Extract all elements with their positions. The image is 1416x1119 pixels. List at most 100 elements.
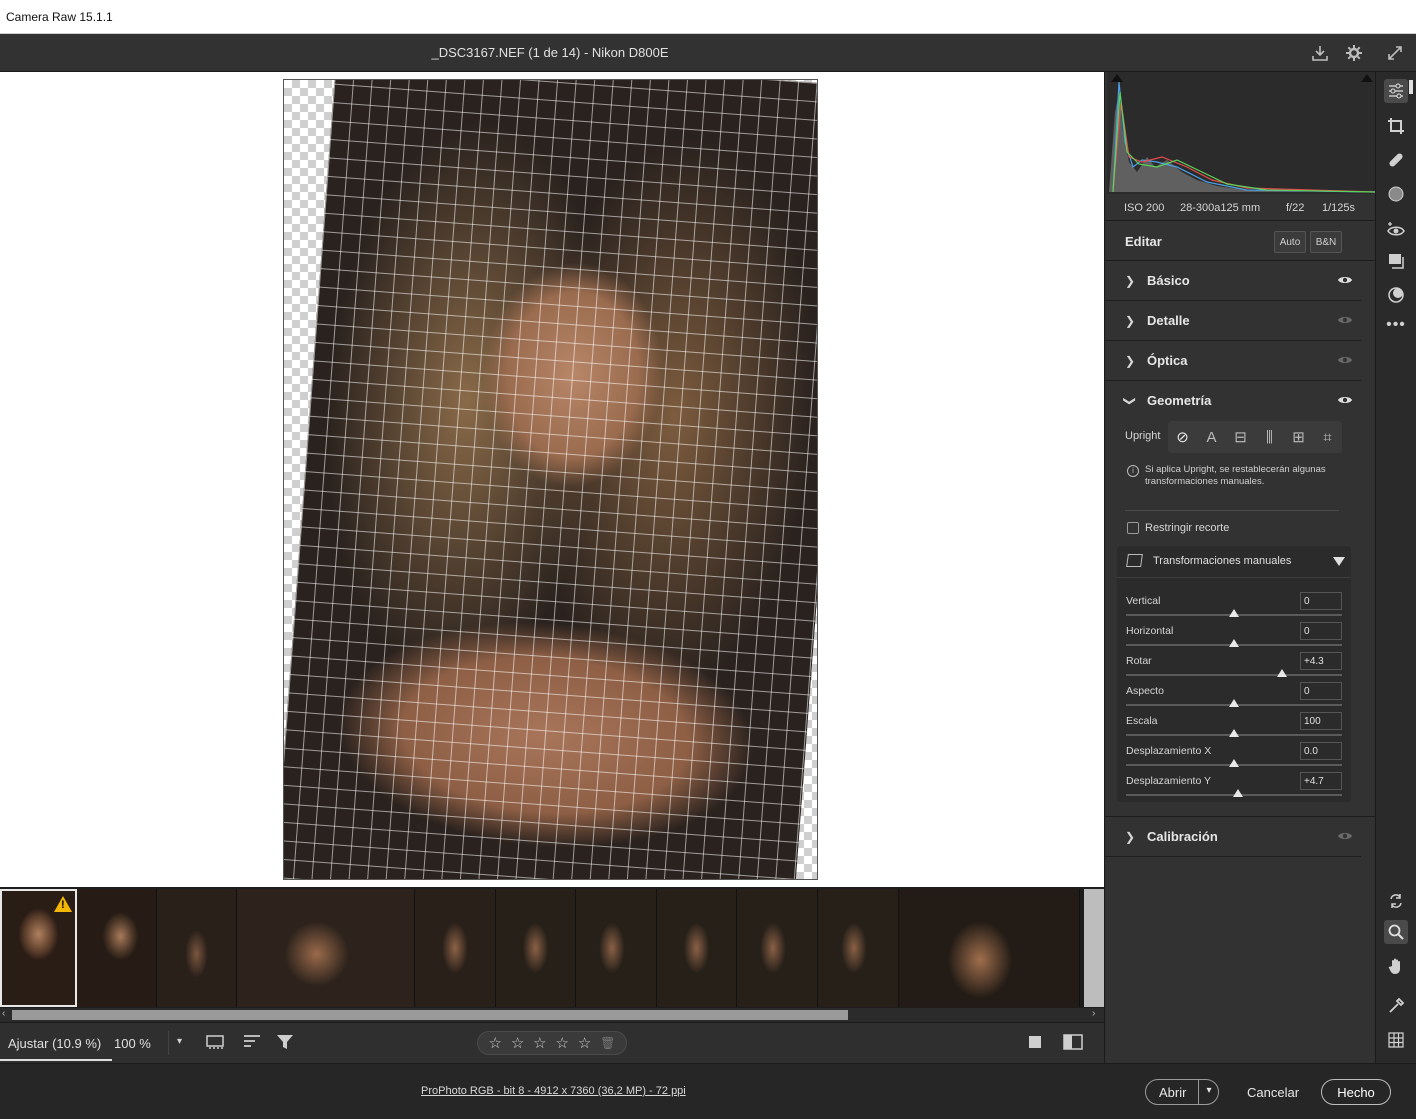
fullscreen-button[interactable] [1384,42,1406,64]
slider-handle[interactable] [1229,699,1239,707]
image-preview[interactable] [283,79,818,880]
single-view-button[interactable] [1024,1033,1046,1055]
healing-tool-button[interactable] [1384,148,1408,172]
thumbnail-4[interactable] [237,889,415,1007]
hand-tool-button[interactable] [1384,954,1408,978]
slider-handle[interactable] [1229,729,1239,737]
slider-value-input[interactable]: 0 [1300,682,1342,700]
before-after-button[interactable] [1062,1033,1084,1055]
slider-value-input[interactable]: 0 [1300,622,1342,640]
scroll-right-icon[interactable]: › [1092,1008,1095,1019]
slider-handle[interactable] [1233,789,1244,797]
upright-vertical-icon[interactable]: ⫼ [1259,429,1281,446]
slider-handle[interactable] [1229,639,1239,647]
crop-tool-button[interactable] [1384,114,1408,138]
scrollbar-thumb[interactable] [12,1010,848,1020]
upright-note-text: Si aplica Upright, se restablecerán algu… [1145,464,1326,487]
filter-button[interactable] [275,1033,297,1055]
upright-level-icon[interactable]: ⊟ [1230,428,1252,446]
red-eye-tool-button[interactable] [1384,217,1408,241]
shutter-value: 1/125s [1322,202,1356,214]
section-basic[interactable]: ❯ Básico [1105,261,1361,301]
section-title: Geometría [1147,393,1212,408]
thumbnail-7[interactable] [576,889,657,1007]
edit-tool-button[interactable] [1384,79,1408,103]
more-tools-button[interactable]: ••• [1384,313,1408,337]
scroll-left-icon[interactable]: ‹ [2,1008,5,1019]
grid-overlay-button[interactable] [1384,1028,1408,1052]
open-dropdown-button[interactable]: ▾ [1198,1080,1219,1104]
checkbox-box[interactable] [1127,522,1139,535]
star-icon-2[interactable]: ☆ [511,1034,524,1052]
presets-tool-button[interactable] [1384,249,1408,273]
zoom-tool-button[interactable] [1384,920,1408,944]
expand-icon [1388,46,1402,60]
slider-value-input[interactable]: +4.3 [1300,652,1342,670]
eye-icon[interactable] [1337,354,1353,366]
snapshots-tool-button[interactable] [1384,283,1408,307]
slider-handle[interactable] [1276,669,1287,677]
eye-icon[interactable] [1337,830,1353,842]
color-sampler-button[interactable] [1384,994,1408,1018]
trash-icon[interactable]: 🗑 [600,1036,615,1050]
thumbnail-5[interactable] [415,889,496,1007]
eyedropper-icon [1389,997,1405,1013]
section-optics[interactable]: ❯ Óptica [1105,341,1361,381]
zoom-fit-button[interactable]: Ajustar (10.9 %) [0,1027,112,1061]
eye-icon[interactable] [1337,394,1353,406]
save-image-button[interactable] [1309,42,1331,64]
done-button[interactable]: Hecho [1321,1079,1391,1105]
slider-value-input[interactable]: 0 [1300,592,1342,610]
cancel-button[interactable]: Cancelar [1247,1085,1299,1100]
divider [1125,510,1339,511]
rotate-button[interactable] [1384,889,1408,913]
star-icon-4[interactable]: ☆ [556,1034,569,1052]
slider-value-input[interactable]: 0.0 [1300,742,1342,760]
star-icon-3[interactable]: ☆ [533,1034,546,1052]
thumbnail-3[interactable] [157,889,237,1007]
slider-row: Vertical 0 [1126,592,1342,622]
upright-full-icon[interactable]: ⊞ [1288,428,1310,446]
black-white-button[interactable]: B&N [1310,231,1342,253]
filmstrip-horizontal-scrollbar[interactable]: ‹ › [0,1008,1104,1022]
eye-icon[interactable] [1337,314,1353,326]
thumbnail-6[interactable] [496,889,576,1007]
filmstrip-vertical-scrollbar[interactable] [1084,889,1104,1007]
slider-handle[interactable] [1229,759,1239,767]
thumbnail-2[interactable] [77,889,157,1007]
auto-button[interactable]: Auto [1274,231,1306,253]
thumbnail-1[interactable]: ! [0,889,77,1007]
upright-off-icon[interactable]: ⊘ [1172,428,1194,446]
constrain-crop-checkbox[interactable]: Restringir recorte [1127,522,1229,535]
thumbnail-11[interactable] [899,889,1080,1007]
workflow-options-link[interactable]: ProPhoto RGB - bit 8 - 4912 x 7360 (36,2… [421,1085,686,1097]
sort-button[interactable] [241,1033,263,1055]
manual-transform-header[interactable]: Transformaciones manuales [1117,546,1351,578]
collapse-triangle-icon[interactable] [1333,557,1345,566]
zoom-100-button[interactable]: 100 % [114,1036,151,1051]
section-detail[interactable]: ❯ Detalle [1105,301,1361,341]
upright-auto-icon[interactable]: A [1201,429,1223,446]
slider-handle[interactable] [1229,609,1239,617]
thumbnail-8[interactable] [657,889,737,1007]
slider-value-input[interactable]: +4.7 [1300,772,1342,790]
thumbnail-10[interactable] [818,889,899,1007]
sliders-icon [1389,83,1403,99]
settings-button[interactable] [1343,42,1365,64]
thumbnail-9[interactable] [737,889,818,1007]
upright-guided-icon[interactable]: ⌗ [1317,429,1339,446]
slider-value-input[interactable]: 100 [1300,712,1342,730]
section-calibration[interactable]: ❯ Calibración [1105,817,1361,857]
slider-track[interactable] [1126,674,1342,676]
open-button[interactable]: Abrir ▾ [1145,1079,1219,1105]
zoom-dropdown-button[interactable]: ▾ [168,1031,190,1055]
star-icon-1[interactable]: ☆ [488,1034,501,1052]
section-geometry[interactable]: ❯ Geometría [1105,381,1361,421]
slider-label: Vertical [1126,595,1161,607]
star-icon-5[interactable]: ☆ [578,1034,591,1052]
filter-icon [277,1035,293,1049]
filmstrip-view-button[interactable] [205,1033,227,1055]
section-title: Detalle [1147,313,1190,328]
eye-icon[interactable] [1337,274,1353,286]
mask-tool-button[interactable] [1384,182,1408,206]
